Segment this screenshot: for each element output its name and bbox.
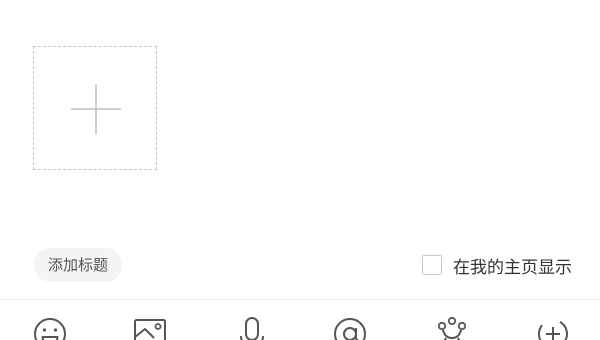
mention-button[interactable] <box>330 314 370 340</box>
image-icon <box>134 319 166 340</box>
plus-circle-icon <box>538 319 568 340</box>
more-button[interactable] <box>533 314 573 340</box>
image-button[interactable] <box>131 314 171 340</box>
emoji-button[interactable] <box>30 314 70 340</box>
plus-icon <box>71 84 121 134</box>
add-image-button[interactable] <box>33 46 157 170</box>
at-icon <box>334 318 366 340</box>
add-title-button[interactable]: 添加标题 <box>34 248 123 282</box>
show-on-homepage-toggle[interactable]: 在我的主页显示 <box>422 252 572 278</box>
compose-toolbar <box>0 300 600 340</box>
emoji-icon <box>34 318 66 340</box>
voice-button[interactable] <box>232 314 272 340</box>
topic-button[interactable] <box>432 314 472 340</box>
topic-icon <box>437 316 467 340</box>
post-composer: 添加标题 在我的主页显示 <box>0 0 600 340</box>
show-on-homepage-checkbox[interactable] <box>422 255 442 275</box>
show-on-homepage-label: 在我的主页显示 <box>453 257 572 278</box>
microphone-icon <box>240 317 264 340</box>
